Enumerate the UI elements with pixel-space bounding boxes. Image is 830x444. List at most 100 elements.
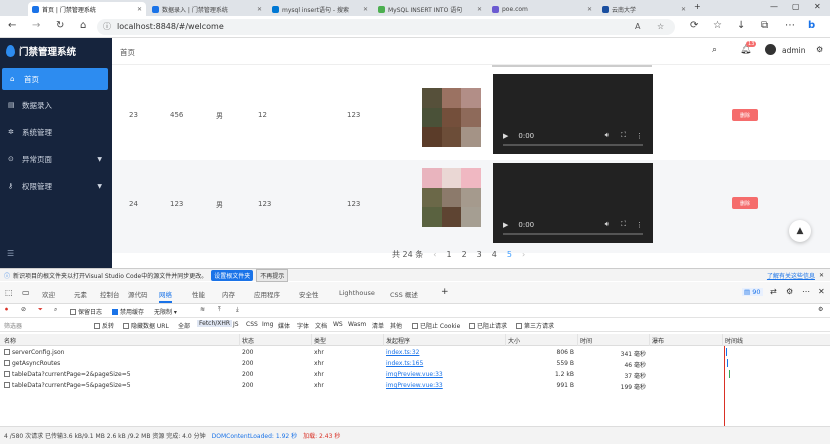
request-initiator[interactable]: imgPreview.vue:33 bbox=[386, 382, 443, 389]
close-icon[interactable]: ✕ bbox=[134, 6, 142, 13]
tab-memory[interactable]: 内存 bbox=[222, 289, 235, 299]
blocked-request-checkbox[interactable]: 已阻止请求 bbox=[469, 321, 507, 330]
device-icon[interactable]: ▭ bbox=[22, 288, 30, 297]
column-waterfall[interactable]: 瀑布 bbox=[652, 336, 664, 345]
close-icon[interactable]: ✕ bbox=[474, 6, 482, 13]
sidebar-item-system[interactable]: ✲ 系统管理 bbox=[0, 121, 112, 143]
filter-icon[interactable]: ⏷ bbox=[38, 306, 43, 314]
prev-page-icon[interactable]: ‹ bbox=[433, 250, 436, 259]
tab-network[interactable]: 网络 bbox=[159, 289, 172, 303]
more-menu-icon[interactable]: ⋯ bbox=[785, 20, 795, 31]
sidebar-item-home[interactable]: ⌂ 首页 bbox=[2, 68, 108, 90]
favorite-star-icon[interactable]: ☆ bbox=[657, 19, 664, 35]
request-row[interactable]: tableData?currentPage=2&pageSize=5 200 x… bbox=[0, 369, 830, 380]
page-2[interactable]: 2 bbox=[462, 250, 467, 259]
settings-icon[interactable]: ⚙ bbox=[786, 287, 793, 296]
tab-css-overview[interactable]: CSS 概述 bbox=[390, 289, 418, 299]
hide-data-url-checkbox[interactable]: 隐藏数据 URL bbox=[123, 321, 169, 330]
preserve-log-checkbox[interactable]: 保留日志 bbox=[70, 307, 102, 316]
video-player[interactable]: ▶ 0:00 🔊︎ ⛶ ⋮ bbox=[493, 163, 653, 243]
request-initiator[interactable]: index.ts:32 bbox=[386, 349, 419, 356]
image-preview[interactable] bbox=[422, 168, 481, 227]
close-icon[interactable]: ✕ bbox=[360, 6, 368, 13]
filter-type-media[interactable]: 媒体 bbox=[278, 321, 290, 330]
maximize-icon[interactable]: ▢ bbox=[792, 2, 800, 11]
username[interactable]: admin bbox=[782, 46, 806, 55]
volume-icon[interactable]: 🔊︎ bbox=[605, 220, 609, 229]
filter-type-all[interactable]: 全部 bbox=[178, 321, 190, 330]
request-row[interactable]: tableData?currentPage=5&pageSize=5 200 x… bbox=[0, 380, 830, 391]
column-timeline[interactable]: 时间线 bbox=[725, 336, 743, 345]
next-page-icon[interactable]: › bbox=[522, 250, 525, 259]
more-icon[interactable]: ⋮ bbox=[636, 132, 643, 140]
page-5[interactable]: 5 bbox=[507, 250, 512, 259]
page-4[interactable]: 4 bbox=[492, 250, 497, 259]
fullscreen-icon[interactable]: ⛶ bbox=[621, 220, 626, 229]
set-root-folder-button[interactable]: 设置根文件夹 bbox=[211, 269, 254, 281]
close-icon[interactable]: ✕ bbox=[818, 287, 825, 296]
fullscreen-icon[interactable]: ⛶ bbox=[621, 131, 626, 140]
filter-type-ws[interactable]: WS bbox=[333, 321, 343, 328]
avatar[interactable] bbox=[765, 44, 776, 55]
more-icon[interactable]: ⋮ bbox=[636, 221, 643, 229]
breadcrumb[interactable]: 首页 bbox=[120, 47, 135, 58]
close-icon[interactable]: ✕ bbox=[254, 6, 262, 13]
blocked-cookie-checkbox[interactable]: 已阻止 Cookie bbox=[412, 321, 460, 330]
third-party-checkbox[interactable]: 第三方请求 bbox=[516, 321, 554, 330]
add-tab-icon[interactable]: + bbox=[441, 287, 449, 297]
filter-type-img[interactable]: Img bbox=[262, 321, 273, 328]
refresh-icon[interactable]: ↻ bbox=[56, 20, 64, 31]
search-icon[interactable]: ⌕ bbox=[54, 306, 57, 314]
tab-elements[interactable]: 元素 bbox=[74, 289, 87, 299]
request-row[interactable]: serverConfig.json 200 xhr index.ts:32 80… bbox=[0, 347, 830, 358]
tab-lighthouse[interactable]: Lighthouse bbox=[339, 289, 375, 297]
more-icon[interactable]: ⋯ bbox=[802, 287, 810, 296]
floating-action-icon[interactable]: ▲ bbox=[789, 220, 811, 242]
browser-tab-5[interactable]: poe.com ✕ bbox=[488, 2, 596, 16]
tab-security[interactable]: 安全性 bbox=[299, 289, 319, 299]
close-icon[interactable]: ✕ bbox=[678, 6, 686, 13]
browser-tab-4[interactable]: MySQL INSERT INTO 语句 ✕ bbox=[374, 2, 486, 16]
request-initiator[interactable]: imgPreview.vue:33 bbox=[386, 371, 443, 378]
filter-type-js[interactable]: JS bbox=[233, 321, 239, 328]
sidebar-item-permissions[interactable]: ⚷ 权限管理 ▼ bbox=[0, 175, 112, 197]
column-status[interactable]: 状态 bbox=[242, 336, 254, 345]
dont-show-button[interactable]: 不再提示 bbox=[256, 268, 289, 282]
tab-application[interactable]: 应用程序 bbox=[254, 289, 280, 299]
video-progress[interactable] bbox=[503, 144, 643, 146]
request-row[interactable]: getAsyncRoutes 200 xhr index.ts:165 559 … bbox=[0, 358, 830, 369]
filter-type-other[interactable]: 其他 bbox=[390, 321, 402, 330]
home-icon[interactable]: ⌂ bbox=[80, 20, 86, 31]
favorites-icon[interactable]: ☆ bbox=[713, 20, 722, 31]
sidebar-item-error-pages[interactable]: ⊙ 异常页面 ▼ bbox=[0, 148, 112, 170]
inspect-icon[interactable]: ⬚ bbox=[5, 288, 13, 297]
column-name[interactable]: 名称 bbox=[4, 336, 16, 345]
record-icon[interactable]: ⏺ bbox=[5, 306, 8, 314]
new-tab-icon[interactable]: + bbox=[694, 2, 701, 11]
learn-more-link[interactable]: 了解有关这些信息 bbox=[767, 271, 815, 280]
tab-welcome[interactable]: 欢迎 bbox=[42, 289, 55, 299]
image-preview[interactable] bbox=[422, 88, 481, 147]
url-input[interactable]: ⓘ localhost:8848/#/welcome A ☆ bbox=[97, 19, 675, 35]
disable-cache-checkbox[interactable]: 禁用缓存 bbox=[112, 307, 144, 316]
tab-performance[interactable]: 性能 bbox=[192, 289, 205, 299]
filter-type-manifest[interactable]: 清单 bbox=[372, 321, 384, 330]
filter-type-css[interactable]: CSS bbox=[246, 321, 258, 328]
tab-console[interactable]: 控制台 bbox=[100, 289, 120, 299]
column-type[interactable]: 类型 bbox=[314, 336, 326, 345]
refresh-page-icon[interactable]: ⟳ bbox=[690, 20, 698, 31]
page-3[interactable]: 3 bbox=[477, 250, 482, 259]
issues-badge[interactable]: ▤ 90 bbox=[742, 288, 763, 296]
sidebar-item-data-entry[interactable]: ▤ 数据录入 bbox=[0, 94, 112, 116]
video-progress[interactable] bbox=[503, 233, 643, 235]
import-icon[interactable]: ⤒ bbox=[218, 306, 221, 314]
bing-icon[interactable]: b bbox=[808, 20, 815, 31]
back-icon[interactable]: ← bbox=[8, 20, 16, 31]
volume-icon[interactable]: 🔊︎ bbox=[605, 131, 609, 140]
column-time[interactable]: 时间 bbox=[580, 336, 592, 345]
window-close-icon[interactable]: ✕ bbox=[814, 2, 821, 11]
filter-type-doc[interactable]: 文档 bbox=[315, 321, 327, 330]
column-size[interactable]: 大小 bbox=[508, 336, 520, 345]
export-icon[interactable]: ⤓ bbox=[236, 306, 239, 314]
play-icon[interactable]: ▶ bbox=[503, 132, 508, 140]
